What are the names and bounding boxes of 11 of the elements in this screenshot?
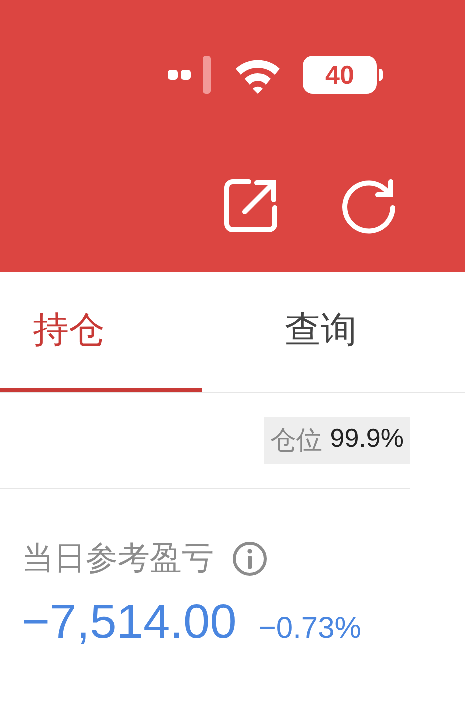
- share-icon[interactable]: [223, 178, 279, 234]
- info-icon[interactable]: [232, 541, 268, 577]
- pnl-label: 当日参考盈亏: [22, 538, 214, 579]
- tab[interactable]: 查询: [202, 272, 465, 392]
- pnl-amount: −7,514.00: [22, 595, 237, 650]
- position-label: 仓位: [270, 425, 322, 458]
- position-value: 99.9%: [330, 423, 404, 455]
- battery-indicator: 40: [303, 56, 377, 94]
- refresh-icon[interactable]: [341, 178, 397, 234]
- pnl-percent: −0.73%: [258, 612, 362, 646]
- tab[interactable]: 持仓: [0, 272, 202, 392]
